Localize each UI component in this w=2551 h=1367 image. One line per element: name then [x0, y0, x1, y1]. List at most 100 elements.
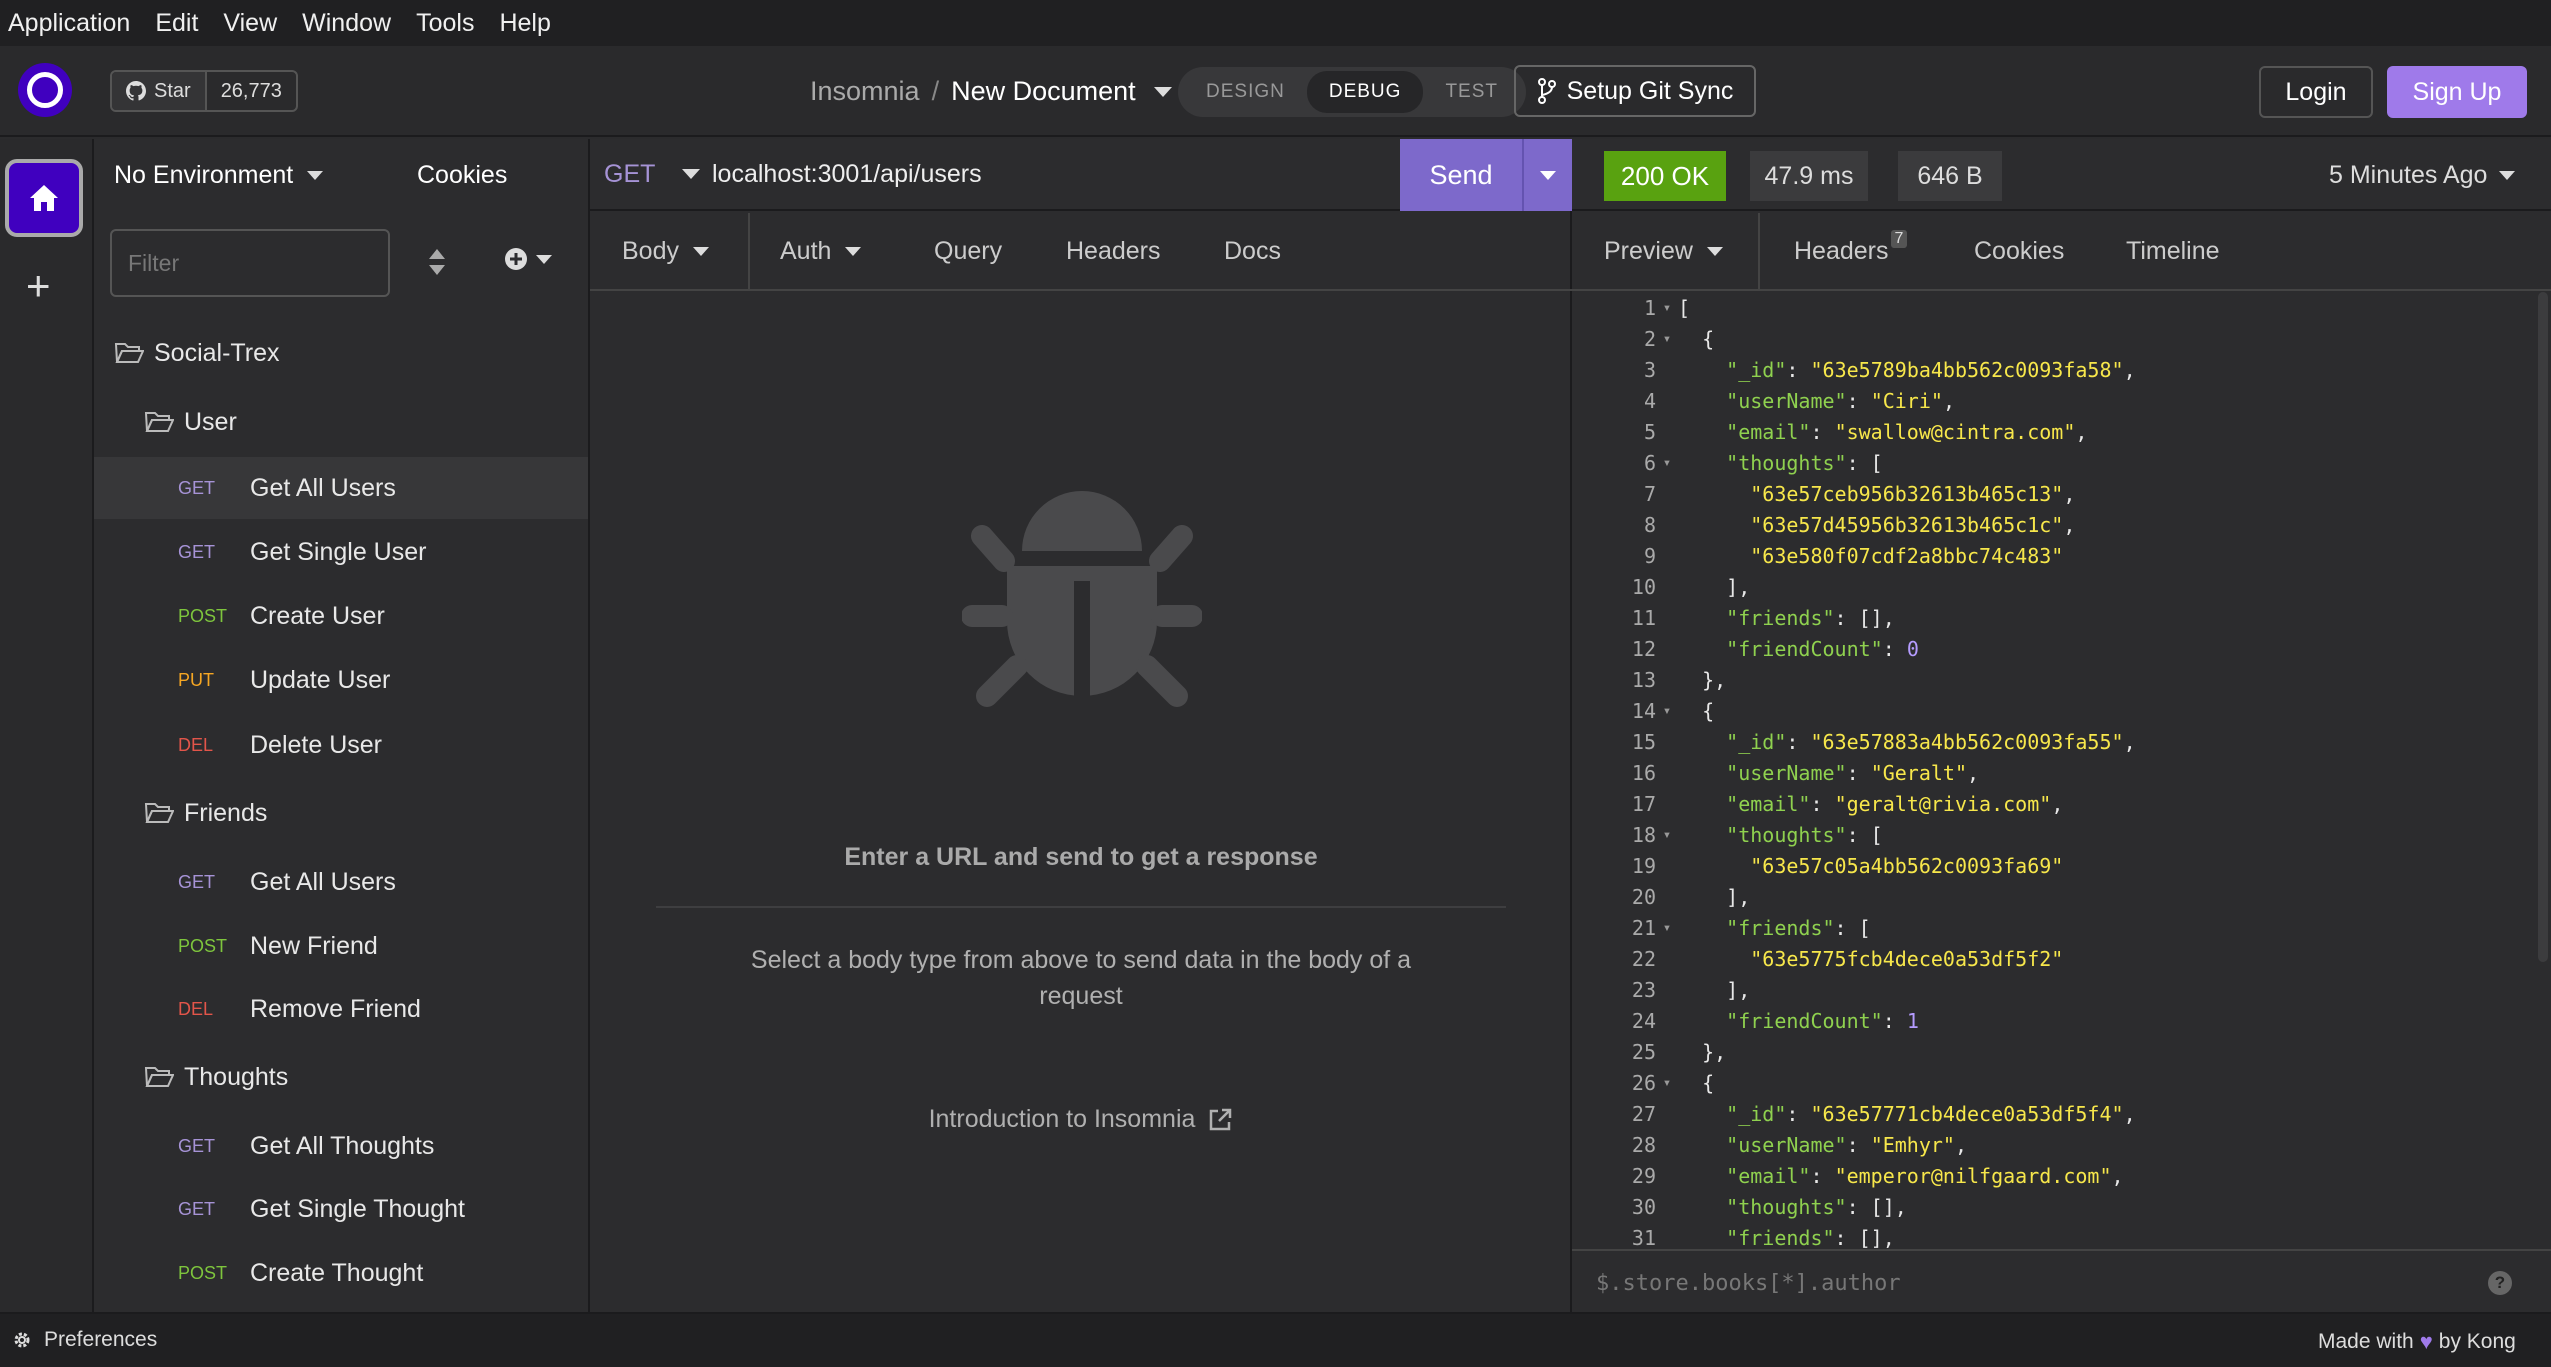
method-badge: GET: [178, 541, 216, 562]
folder-item[interactable]: User: [94, 391, 588, 453]
tab-response-cookies[interactable]: Cookies: [1974, 213, 2064, 289]
insomnia-logo-icon[interactable]: [18, 63, 72, 117]
tab-preview[interactable]: Preview: [1572, 213, 1760, 289]
signup-button[interactable]: Sign Up: [2387, 66, 2527, 118]
method-selector[interactable]: GET: [604, 160, 674, 189]
folder-item[interactable]: Thoughts: [94, 1046, 588, 1108]
code-line: 1 ▾[: [1572, 292, 2512, 323]
line-number: 19: [1631, 853, 1656, 878]
request-item[interactable]: GET Get All Users: [94, 457, 588, 519]
made-with-credit[interactable]: Made with ♥ by Kong: [2318, 1329, 2516, 1355]
response-tabs: Preview Headers 7 Cookies Timeline: [1572, 213, 2551, 291]
line-number: 24: [1631, 1008, 1656, 1033]
request-item[interactable]: POST Create User: [94, 585, 588, 647]
menu-application[interactable]: Application: [8, 9, 130, 38]
tab-auth[interactable]: Auth: [780, 213, 862, 289]
code-line: 22 "63e5775fcb4dece0a53df5f2": [1572, 943, 2512, 974]
star-count: 26,773: [220, 79, 282, 102]
fold-toggle-icon[interactable]: ▾: [1656, 331, 1678, 347]
intro-link[interactable]: Introduction to Insomnia: [590, 1105, 1572, 1134]
help-icon[interactable]: ?: [2488, 1271, 2512, 1295]
fold-toggle-icon[interactable]: ▾: [1656, 703, 1678, 719]
request-item[interactable]: PUT Update User: [94, 649, 588, 711]
menu-edit[interactable]: Edit: [155, 9, 198, 38]
git-sync-button[interactable]: Setup Git Sync: [1514, 65, 1756, 117]
home-button[interactable]: [5, 159, 83, 237]
request-item[interactable]: POST Create Thought: [94, 1242, 588, 1304]
breadcrumb-document[interactable]: New Document: [951, 76, 1136, 107]
cookies-button[interactable]: Cookies: [417, 161, 507, 190]
code-text: "thoughts": [],: [1678, 1195, 1907, 1219]
mode-design[interactable]: DESIGN: [1184, 71, 1307, 113]
tab-docs[interactable]: Docs: [1224, 213, 1281, 289]
chevron-down-icon: [1540, 170, 1556, 180]
chevron-down-icon[interactable]: [682, 169, 700, 179]
request-item[interactable]: GET Get Single User: [94, 521, 588, 583]
menu-help[interactable]: Help: [499, 9, 550, 38]
code-text: },: [1678, 1040, 1726, 1064]
method-badge: GET: [178, 1135, 216, 1156]
response-status-bar: 200 OK 47.9 ms 646 B 5 Minutes Ago: [1572, 139, 2551, 211]
environment-selector[interactable]: No Environment: [114, 161, 324, 190]
fold-toggle-icon[interactable]: ▾: [1656, 827, 1678, 843]
request-item[interactable]: DEL Remove Friend: [94, 978, 588, 1040]
scrollbar[interactable]: [2538, 292, 2548, 962]
code-token: {: [1678, 326, 1715, 351]
request-item[interactable]: POST New Friend: [94, 915, 588, 977]
mode-debug[interactable]: DEBUG: [1306, 71, 1424, 113]
tab-response-headers[interactable]: Headers 7: [1794, 213, 1908, 289]
request-label: Get All Users: [250, 473, 396, 502]
request-item[interactable]: GET Get All Users: [94, 851, 588, 913]
chevron-down-icon[interactable]: [1153, 86, 1172, 97]
line-number: 9: [1643, 543, 1656, 568]
login-button[interactable]: Login: [2259, 66, 2373, 118]
send-button[interactable]: Send: [1400, 139, 1522, 211]
code-token: ,: [2075, 419, 2088, 444]
code-line: 18 ▾ "thoughts": [: [1572, 819, 2512, 850]
sort-icon[interactable]: [426, 247, 448, 277]
empty-state-heading: Enter a URL and send to get a response: [844, 843, 1318, 871]
code-token: "friendCount": [1726, 636, 1883, 661]
github-star-widget[interactable]: Star 26,773: [110, 70, 298, 112]
menu-tools[interactable]: Tools: [416, 9, 474, 38]
git-branch-icon: [1537, 78, 1556, 104]
request-item[interactable]: DEL Delete User: [94, 714, 588, 776]
preferences-button[interactable]: Preferences: [12, 1328, 157, 1352]
mode-test[interactable]: TEST: [1423, 71, 1520, 113]
breadcrumb-workspace[interactable]: Insomnia: [810, 76, 920, 107]
code-text: "friends": [: [1678, 916, 1871, 940]
create-request-dropdown[interactable]: [504, 247, 552, 271]
menu-window[interactable]: Window: [302, 9, 391, 38]
folder-item[interactable]: Friends: [94, 782, 588, 844]
fold-toggle-icon[interactable]: ▾: [1656, 1075, 1678, 1091]
line-number: 30: [1631, 1194, 1656, 1219]
request-label: Get Single User: [250, 537, 427, 566]
send-options-button[interactable]: [1522, 139, 1572, 211]
response-body-viewer[interactable]: 1 ▾[2 ▾ {3 "_id": "63e5789ba4bb562c0093fa5…: [1572, 292, 2532, 1367]
code-token: :: [1810, 791, 1835, 816]
request-item[interactable]: GET Get Single Thought: [94, 1178, 588, 1240]
request-item[interactable]: GET Get All Thoughts: [94, 1115, 588, 1177]
tab-headers[interactable]: Headers: [1066, 213, 1161, 289]
fold-toggle-icon[interactable]: ▾: [1656, 455, 1678, 471]
sidebar-filter-input[interactable]: [110, 229, 390, 297]
folder-item[interactable]: Social-Trex: [94, 322, 588, 384]
line-number: 10: [1631, 574, 1656, 599]
tab-body[interactable]: Body: [590, 213, 750, 289]
menu-view[interactable]: View: [223, 9, 277, 38]
code-token: "userName": [1726, 1132, 1847, 1157]
code-token: "emperor@nilfgaard.com": [1834, 1163, 2112, 1188]
response-filter-input[interactable]: [1596, 1261, 2456, 1305]
fold-toggle-icon[interactable]: ▾: [1656, 300, 1678, 316]
tab-query[interactable]: Query: [934, 213, 1002, 289]
fold-toggle-icon[interactable]: ▾: [1656, 920, 1678, 936]
plus-circle-icon: [505, 248, 527, 270]
request-label: Update User: [250, 665, 391, 694]
tab-timeline[interactable]: Timeline: [2126, 213, 2220, 289]
response-history-dropdown[interactable]: 5 Minutes Ago: [2329, 161, 2516, 190]
add-icon[interactable]: +: [26, 262, 51, 310]
github-star-button[interactable]: Star: [112, 72, 207, 110]
